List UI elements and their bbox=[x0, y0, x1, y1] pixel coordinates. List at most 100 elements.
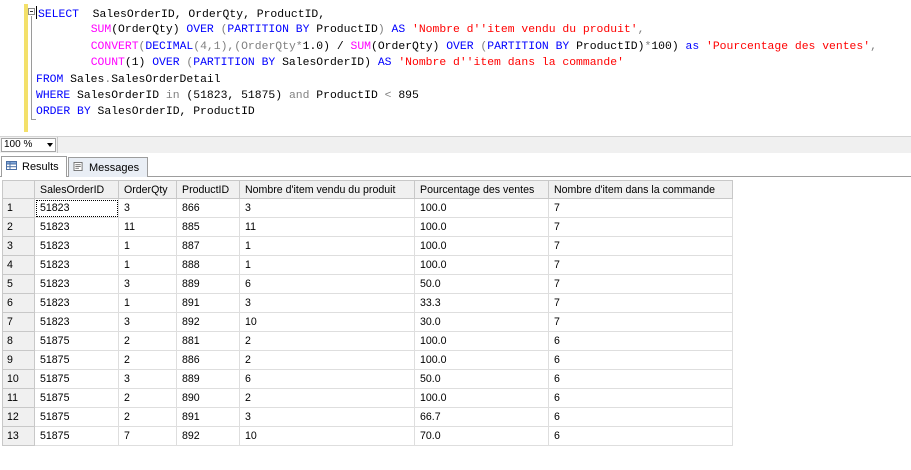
row-number-cell[interactable]: 9 bbox=[2, 350, 35, 370]
table-cell[interactable]: 7 bbox=[548, 198, 733, 218]
table-cell[interactable]: 889 bbox=[176, 274, 240, 294]
table-cell[interactable]: 51823 bbox=[34, 274, 119, 294]
table-row[interactable]: 4 51823 1 888 1 100.0 7 bbox=[2, 255, 733, 275]
sql-line[interactable]: CONVERT (DECIMAL(4,1),(OrderQty*1.0) / SU… bbox=[36, 39, 877, 55]
table-cell[interactable]: 50.0 bbox=[414, 369, 549, 389]
table-row[interactable]: 6 51823 1 891 3 33.3 7 bbox=[2, 293, 733, 313]
table-cell[interactable]: 1 bbox=[239, 236, 415, 256]
table-cell[interactable]: 890 bbox=[176, 388, 240, 408]
sql-line[interactable]: SELECT SalesOrderID, OrderQty, ProductID… bbox=[36, 6, 877, 22]
table-cell[interactable]: 1 bbox=[118, 236, 177, 256]
table-row[interactable]: 10 51875 3 889 6 50.0 6 bbox=[2, 369, 733, 389]
table-row[interactable]: 8 51875 2 881 2 100.0 6 bbox=[2, 331, 733, 351]
column-header[interactable]: Pourcentage des ventes bbox=[414, 180, 549, 199]
table-cell[interactable]: 7 bbox=[118, 426, 177, 446]
table-cell[interactable]: 30.0 bbox=[414, 312, 549, 332]
table-cell[interactable]: 70.0 bbox=[414, 426, 549, 446]
table-cell[interactable]: 100.0 bbox=[414, 255, 549, 275]
table-cell[interactable]: 7 bbox=[548, 293, 733, 313]
table-cell[interactable]: 100.0 bbox=[414, 217, 549, 237]
table-cell[interactable]: 887 bbox=[176, 236, 240, 256]
table-cell[interactable]: 892 bbox=[176, 426, 240, 446]
column-header[interactable]: ProductID bbox=[176, 180, 240, 199]
table-cell[interactable]: 7 bbox=[548, 217, 733, 237]
table-cell[interactable]: 2 bbox=[239, 350, 415, 370]
table-cell[interactable]: 866 bbox=[176, 198, 240, 218]
row-number-cell[interactable]: 1 bbox=[2, 198, 35, 218]
table-cell[interactable]: 1 bbox=[118, 293, 177, 313]
table-row[interactable]: 7 51823 3 892 10 30.0 7 bbox=[2, 312, 733, 332]
column-header[interactable]: Nombre d'item vendu du produit bbox=[239, 180, 415, 199]
table-cell[interactable]: 891 bbox=[176, 293, 240, 313]
table-cell[interactable]: 6 bbox=[548, 369, 733, 389]
table-cell[interactable]: 3 bbox=[118, 369, 177, 389]
table-row[interactable]: 5 51823 3 889 6 50.0 7 bbox=[2, 274, 733, 294]
table-cell[interactable]: 892 bbox=[176, 312, 240, 332]
row-number-cell[interactable]: 7 bbox=[2, 312, 35, 332]
table-cell[interactable]: 3 bbox=[118, 198, 177, 218]
table-cell[interactable]: 3 bbox=[239, 293, 415, 313]
results-grid[interactable]: SalesOrderID OrderQty ProductID Nombre d'it… bbox=[0, 177, 911, 470]
table-cell[interactable]: 51875 bbox=[34, 350, 119, 370]
table-row[interactable]: 9 51875 2 886 2 100.0 6 bbox=[2, 350, 733, 370]
table-cell[interactable]: 50.0 bbox=[414, 274, 549, 294]
table-row[interactable]: 13 51875 7 892 10 70.0 6 bbox=[2, 426, 733, 446]
table-cell[interactable]: 51823 bbox=[34, 236, 119, 256]
table-cell[interactable]: 881 bbox=[176, 331, 240, 351]
table-cell[interactable]: 51875 bbox=[34, 388, 119, 408]
table-cell[interactable]: 7 bbox=[548, 236, 733, 256]
table-row[interactable]: 12 51875 2 891 3 66.7 6 bbox=[2, 407, 733, 427]
table-cell[interactable]: 6 bbox=[548, 426, 733, 446]
table-cell[interactable]: 11 bbox=[118, 217, 177, 237]
table-cell[interactable]: 51823 bbox=[34, 312, 119, 332]
table-cell[interactable]: 889 bbox=[176, 369, 240, 389]
table-cell[interactable]: 1 bbox=[239, 255, 415, 275]
table-cell[interactable]: 51823 bbox=[34, 217, 119, 237]
zoom-dropdown[interactable]: 100 % bbox=[1, 138, 56, 152]
table-cell[interactable]: 100.0 bbox=[414, 198, 549, 218]
table-cell[interactable]: 886 bbox=[176, 350, 240, 370]
row-number-cell[interactable]: 11 bbox=[2, 388, 35, 408]
row-number-cell[interactable]: 10 bbox=[2, 369, 35, 389]
table-cell[interactable]: 6 bbox=[239, 369, 415, 389]
table-cell[interactable]: 2 bbox=[118, 350, 177, 370]
table-cell[interactable]: 10 bbox=[239, 426, 415, 446]
table-cell[interactable]: 891 bbox=[176, 407, 240, 427]
table-cell[interactable]: 100.0 bbox=[414, 331, 549, 351]
row-number-cell[interactable]: 3 bbox=[2, 236, 35, 256]
table-cell[interactable]: 51875 bbox=[34, 331, 119, 351]
row-number-cell[interactable]: 5 bbox=[2, 274, 35, 294]
table-cell[interactable]: 3 bbox=[239, 198, 415, 218]
table-cell[interactable]: 2 bbox=[118, 331, 177, 351]
table-cell[interactable]: 3 bbox=[118, 312, 177, 332]
row-number-cell[interactable]: 2 bbox=[2, 217, 35, 237]
table-cell[interactable]: 6 bbox=[548, 388, 733, 408]
column-header[interactable]: Nombre d'item dans la commande bbox=[548, 180, 733, 199]
row-number-cell[interactable]: 4 bbox=[2, 255, 35, 275]
row-number-cell[interactable]: 6 bbox=[2, 293, 35, 313]
table-cell[interactable]: 2 bbox=[239, 331, 415, 351]
tab-messages[interactable]: Messages bbox=[68, 157, 148, 177]
table-cell[interactable]: 51875 bbox=[34, 407, 119, 427]
table-cell[interactable]: 2 bbox=[239, 388, 415, 408]
table-cell[interactable]: 3 bbox=[239, 407, 415, 427]
table-cell[interactable]: 6 bbox=[548, 407, 733, 427]
table-cell[interactable]: 100.0 bbox=[414, 350, 549, 370]
table-cell[interactable]: 11 bbox=[239, 217, 415, 237]
sql-line[interactable]: SUM(OrderQty) OVER (PARTITION BY Product… bbox=[36, 22, 877, 38]
sql-line[interactable]: ORDER BY SalesOrderID, ProductID bbox=[36, 104, 877, 120]
sql-line[interactable]: FROM Sales.SalesOrderDetail bbox=[36, 72, 877, 88]
table-cell[interactable]: 100.0 bbox=[414, 236, 549, 256]
table-cell[interactable]: 6 bbox=[239, 274, 415, 294]
table-cell[interactable]: 66.7 bbox=[414, 407, 549, 427]
table-cell[interactable]: 7 bbox=[548, 274, 733, 294]
table-cell[interactable]: 2 bbox=[118, 388, 177, 408]
table-row[interactable]: 3 51823 1 887 1 100.0 7 bbox=[2, 236, 733, 256]
table-cell[interactable]: 51875 bbox=[34, 426, 119, 446]
row-number-cell[interactable]: 12 bbox=[2, 407, 35, 427]
table-cell[interactable]: 6 bbox=[548, 350, 733, 370]
table-cell[interactable]: 100.0 bbox=[414, 388, 549, 408]
table-cell[interactable]: 888 bbox=[176, 255, 240, 275]
grid-corner-cell[interactable] bbox=[2, 180, 35, 199]
row-number-cell[interactable]: 13 bbox=[2, 426, 35, 446]
